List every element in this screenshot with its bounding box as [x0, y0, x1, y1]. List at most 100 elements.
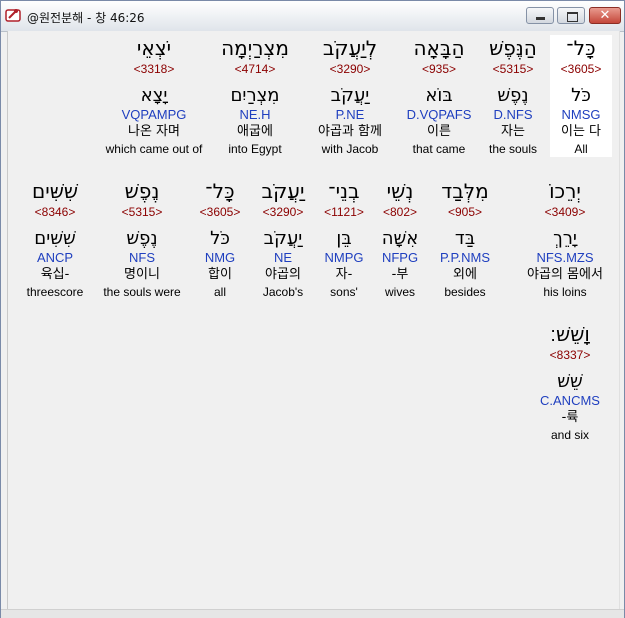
english-gloss: sons': [330, 285, 358, 299]
morphology: NMSG: [561, 107, 601, 122]
hebrew-word: יְרֵכוֹ: [549, 179, 581, 203]
english-gloss: threescore: [26, 285, 84, 299]
hebrew-word: נְשֵׁי: [386, 179, 414, 203]
hebrew-word: שִׁשִּׁים: [31, 179, 79, 203]
lemma: נֶפֶשׁ: [497, 85, 529, 106]
morphology: D.VQPAFS: [406, 107, 472, 122]
english-gloss: the souls: [488, 142, 538, 156]
strong-number[interactable]: <905>: [428, 204, 502, 220]
hebrew-word: מִצְרַיְמָה: [221, 36, 289, 60]
maximize-button[interactable]: [557, 7, 585, 24]
word-cell[interactable]: יֹצְאֵי <3318> יָצָא VQPAMPG 나온 자며 which…: [98, 35, 210, 157]
hebrew-word: וָשֵׁשׁ׃: [550, 322, 590, 346]
korean-gloss: -륙: [561, 410, 579, 425]
morphology: P.P.NMS: [439, 250, 491, 265]
strong-number[interactable]: <5315>: [473, 61, 553, 77]
english-gloss: the souls were: [103, 285, 181, 299]
lemma: בַּד: [454, 228, 476, 249]
word-cell[interactable]: כָּל־ <3605> כֹּל NMSG 이는 다 All: [550, 35, 612, 157]
app-window: @원전분해 - 창 46:26 ✕ כָּל־ <3605> כֹּל NMSG…: [0, 0, 625, 618]
hebrew-word: הַבָּאָה: [413, 36, 465, 60]
morphology: NFPG: [381, 250, 419, 265]
hebrew-word: לְיַעֲקֹב: [322, 36, 378, 60]
korean-gloss: 이는 다: [560, 124, 601, 139]
word-cell[interactable]: הַבָּאָה <935> בּוֹא D.VQPAFS 이른 that ca…: [398, 35, 480, 157]
lemma: יַעֲקֹב: [330, 85, 370, 106]
app-icon: [5, 9, 21, 22]
korean-gloss: 자-: [335, 267, 353, 282]
strong-number[interactable]: <8337>: [532, 347, 608, 363]
lemma: שֵׁשׁ: [557, 371, 583, 392]
korean-gloss: 외에: [453, 267, 477, 282]
korean-gloss: -부: [391, 267, 409, 282]
word-cell[interactable]: וָשֵׁשׁ׃ <8337> שֵׁשׁ C.ANCMS -륙 and six: [532, 321, 608, 443]
korean-gloss: 나온 자며: [128, 124, 180, 139]
word-cell[interactable]: יְרֵכוֹ <3409> יָרֵךְ NFS.MZS 야곱의 몸에서 hi…: [518, 178, 612, 300]
word-cell[interactable]: מִצְרַיְמָה <4714> מִצְרַיִם NE.H 애굽에 in…: [210, 35, 300, 157]
morphology: NMG: [204, 250, 236, 265]
lemma: בֵּן: [336, 228, 352, 249]
word-cell[interactable]: הַנֶּפֶשׁ <5315> נֶפֶשׁ D.NFS 자는 the sou…: [473, 35, 553, 157]
word-cell[interactable]: מִלְּבַד <905> בַּד P.P.NMS 외에 besides: [428, 178, 502, 300]
title-bar[interactable]: @원전분해 - 창 46:26 ✕: [1, 1, 624, 32]
strong-number[interactable]: <3318>: [98, 61, 210, 77]
korean-gloss: 자는: [501, 124, 525, 139]
lemma: כֹּל: [571, 85, 591, 106]
hebrew-word: יַעֲקֹב: [261, 179, 305, 203]
lemma: יָרֵךְ: [553, 228, 577, 249]
interlinear-panel[interactable]: כָּל־ <3605> כֹּל NMSG 이는 다 All הַנֶּפֶש…: [7, 31, 620, 609]
english-gloss: besides: [444, 285, 486, 299]
strong-number[interactable]: <1121>: [314, 204, 374, 220]
strong-number[interactable]: <3409>: [518, 204, 612, 220]
strong-number[interactable]: <5315>: [96, 204, 188, 220]
minimize-icon: [536, 17, 545, 20]
korean-gloss: 야곱의: [265, 267, 301, 282]
hebrew-word: הַנֶּפֶשׁ: [489, 36, 537, 60]
english-gloss: into Egypt: [228, 142, 282, 156]
korean-gloss: 합이: [208, 267, 232, 282]
strong-number[interactable]: <3290>: [304, 61, 396, 77]
status-bar: [1, 609, 624, 618]
strong-number[interactable]: <8346>: [18, 204, 92, 220]
word-cell[interactable]: בְנֵי־ <1121> בֵּן NMPG 자- sons': [314, 178, 374, 300]
english-gloss: his loins: [543, 285, 587, 299]
hebrew-word: יֹצְאֵי: [136, 36, 172, 60]
korean-gloss: 육십-: [40, 267, 70, 282]
strong-number[interactable]: <3290>: [250, 204, 316, 220]
morphology: NFS.MZS: [536, 250, 594, 265]
morphology: NMPG: [324, 250, 364, 265]
hebrew-word: מִלְּבַד: [441, 179, 489, 203]
word-cell[interactable]: לְיַעֲקֹב <3290> יַעֲקֹב P.NE 야곱과 함께 wit…: [304, 35, 396, 157]
lemma: אִשָּׁה: [381, 228, 419, 249]
strong-number[interactable]: <3605>: [192, 204, 248, 220]
english-gloss: All: [574, 142, 588, 156]
close-icon: ✕: [599, 8, 611, 23]
window-title: @원전분해 - 창 46:26: [27, 11, 145, 25]
korean-gloss: 야곱의 몸에서: [527, 267, 603, 282]
english-gloss: wives: [384, 285, 415, 299]
korean-gloss: 애굽에: [237, 124, 273, 139]
morphology: NFS: [129, 250, 155, 265]
morphology: ANCP: [36, 250, 74, 265]
word-cell[interactable]: שִׁשִּׁים <8346> שִׁשִּׁים ANCP 육십- thre…: [18, 178, 92, 300]
close-button[interactable]: ✕: [589, 7, 621, 24]
morphology: P.NE: [335, 107, 365, 122]
strong-number[interactable]: <4714>: [210, 61, 300, 77]
word-cell[interactable]: נְשֵׁי <802> אִשָּׁה NFPG -부 wives: [370, 178, 430, 300]
word-cell[interactable]: יַעֲקֹב <3290> יַעֲקֹב NE 야곱의 Jacob's: [250, 178, 316, 300]
word-cell[interactable]: כָּל־ <3605> כֹּל NMG 합이 all: [192, 178, 248, 300]
word-cell[interactable]: נֶפֶשׁ <5315> נֶפֶשׁ NFS 명이니 the souls w…: [96, 178, 188, 300]
english-gloss: which came out of: [105, 142, 203, 156]
strong-number[interactable]: <802>: [370, 204, 430, 220]
lemma: יָצָא: [140, 85, 168, 106]
lemma: מִצְרַיִם: [230, 85, 280, 106]
morphology: NE.H: [239, 107, 271, 122]
maximize-icon: [567, 12, 578, 22]
morphology: NE: [273, 250, 293, 265]
minimize-button[interactable]: [526, 7, 554, 24]
strong-number[interactable]: <935>: [398, 61, 480, 77]
hebrew-word: נֶפֶשׁ: [124, 179, 160, 203]
hebrew-word: כָּל־: [205, 179, 235, 203]
lemma: כֹּל: [210, 228, 230, 249]
strong-number[interactable]: <3605>: [550, 61, 612, 77]
